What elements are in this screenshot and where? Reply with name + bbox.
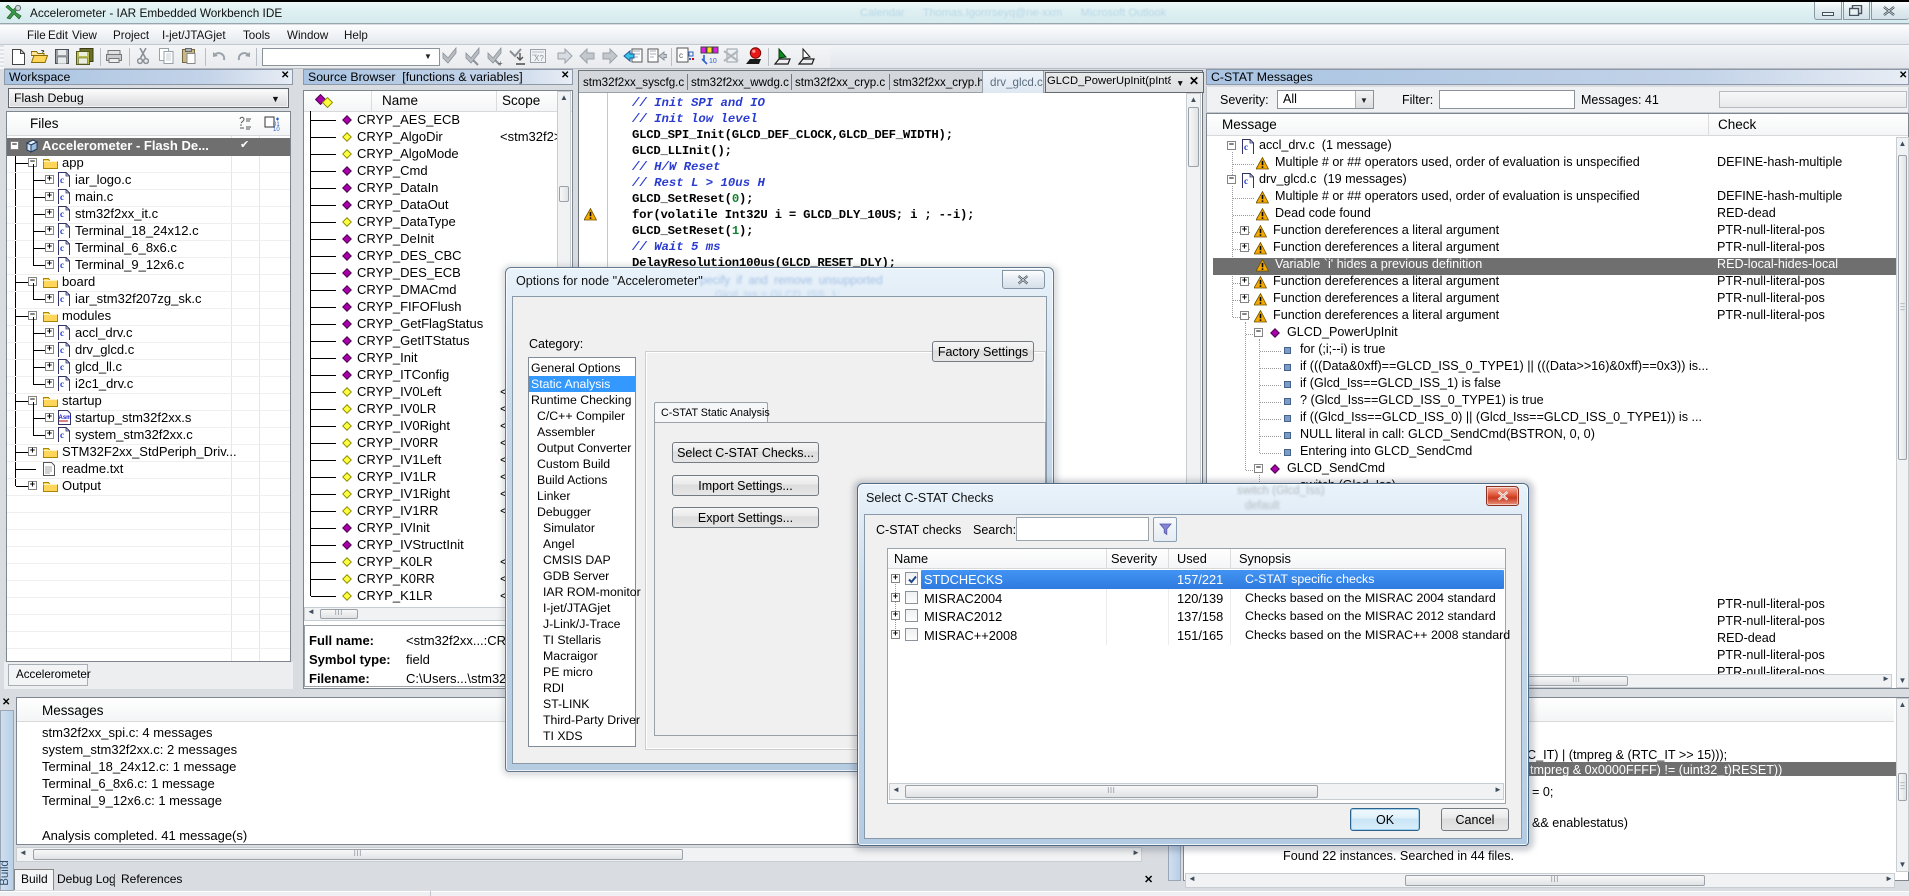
svg-text:c: c: [60, 192, 64, 202]
svg-text:c: c: [60, 362, 64, 372]
svg-text:10: 10: [273, 127, 280, 131]
svg-text:c: c: [60, 243, 64, 253]
svg-text:c: c: [60, 226, 64, 236]
svg-text:c: c: [60, 328, 64, 338]
svg-text:c: c: [60, 209, 64, 219]
svg-text:c: c: [679, 51, 683, 60]
svg-text:c: c: [60, 294, 64, 304]
svg-text:10: 10: [709, 58, 717, 65]
svg-text:+: +: [498, 59, 503, 66]
svg-text:c: c: [60, 260, 64, 270]
svg-text:c: c: [60, 430, 64, 440]
svg-text:c: c: [60, 175, 64, 185]
svg-text:c: c: [60, 345, 64, 355]
svg-text:Asm: Asm: [59, 415, 72, 421]
svg-text:c: c: [1244, 176, 1248, 186]
svg-text:c: c: [1244, 142, 1248, 152]
svg-text:c: c: [60, 379, 64, 389]
svg-text:X?: X?: [534, 54, 544, 63]
